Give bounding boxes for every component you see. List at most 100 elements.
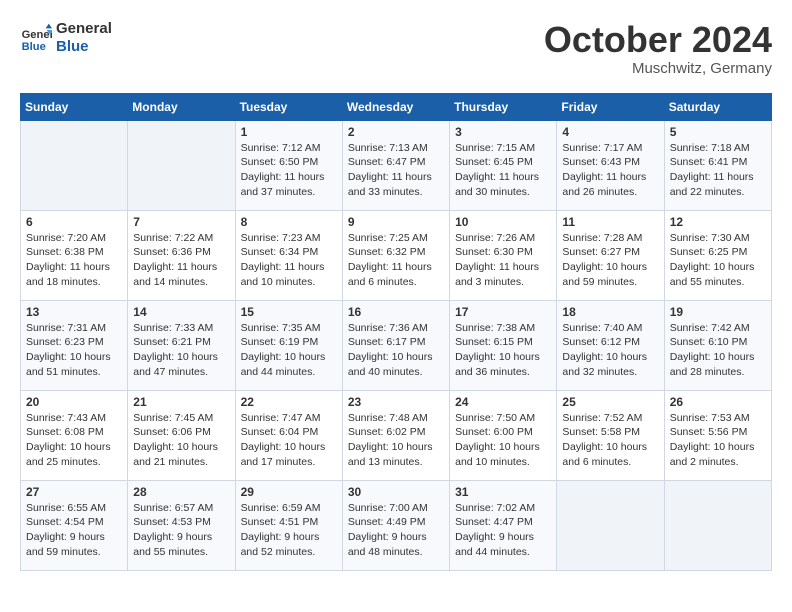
calendar-cell: 14 Sunrise: 7:33 AMSunset: 6:21 PMDayligh…	[128, 300, 235, 390]
day-detail: Sunrise: 7:18 AMSunset: 6:41 PMDaylight:…	[670, 141, 766, 200]
day-detail: Sunrise: 7:47 AMSunset: 6:04 PMDaylight:…	[241, 411, 337, 470]
calendar-cell: 13 Sunrise: 7:31 AMSunset: 6:23 PMDayligh…	[21, 300, 128, 390]
calendar-cell: 1 Sunrise: 7:12 AMSunset: 6:50 PMDaylight…	[235, 120, 342, 210]
day-detail: Sunrise: 6:59 AMSunset: 4:51 PMDaylight:…	[241, 501, 337, 560]
day-detail: Sunrise: 7:53 AMSunset: 5:56 PMDaylight:…	[670, 411, 766, 470]
day-number: 23	[348, 395, 444, 409]
calendar-cell: 29 Sunrise: 6:59 AMSunset: 4:51 PMDayligh…	[235, 480, 342, 570]
calendar-cell: 7 Sunrise: 7:22 AMSunset: 6:36 PMDaylight…	[128, 210, 235, 300]
day-detail: Sunrise: 6:57 AMSunset: 4:53 PMDaylight:…	[133, 501, 229, 560]
calendar-cell: 11Sunrise: 7:28 AMSunset: 6:27 PMDayligh…	[557, 210, 664, 300]
calendar-week-row: 27 Sunrise: 6:55 AMSunset: 4:54 PMDayligh…	[21, 480, 772, 570]
calendar-cell: 24Sunrise: 7:50 AMSunset: 6:00 PMDayligh…	[450, 390, 557, 480]
day-number: 24	[455, 395, 551, 409]
calendar-cell	[128, 120, 235, 210]
logo: General Blue General Blue	[20, 20, 112, 56]
day-number: 3	[455, 125, 551, 139]
calendar-cell: 10 Sunrise: 7:26 AMSunset: 6:30 PMDayligh…	[450, 210, 557, 300]
day-number: 25	[562, 395, 658, 409]
day-number: 19	[670, 305, 766, 319]
day-number: 31	[455, 485, 551, 499]
day-detail: Sunrise: 7:31 AMSunset: 6:23 PMDaylight:…	[26, 321, 122, 380]
day-detail: Sunrise: 7:25 AMSunset: 6:32 PMDaylight:…	[348, 231, 444, 290]
calendar-cell: 23Sunrise: 7:48 AMSunset: 6:02 PMDayligh…	[342, 390, 449, 480]
day-number: 10	[455, 215, 551, 229]
calendar-cell: 28 Sunrise: 6:57 AMSunset: 4:53 PMDayligh…	[128, 480, 235, 570]
weekday-header-thursday: Thursday	[450, 93, 557, 120]
calendar-week-row: 13 Sunrise: 7:31 AMSunset: 6:23 PMDayligh…	[21, 300, 772, 390]
day-number: 30	[348, 485, 444, 499]
day-detail: Sunrise: 6:55 AMSunset: 4:54 PMDaylight:…	[26, 501, 122, 560]
day-detail: Sunrise: 7:13 AMSunset: 6:47 PMDaylight:…	[348, 141, 444, 200]
day-detail: Sunrise: 7:22 AMSunset: 6:36 PMDaylight:…	[133, 231, 229, 290]
day-detail: Sunrise: 7:38 AMSunset: 6:15 PMDaylight:…	[455, 321, 551, 380]
day-number: 21	[133, 395, 229, 409]
day-number: 22	[241, 395, 337, 409]
calendar-cell: 6Sunrise: 7:20 AMSunset: 6:38 PMDaylight…	[21, 210, 128, 300]
calendar-cell: 27 Sunrise: 6:55 AMSunset: 4:54 PMDayligh…	[21, 480, 128, 570]
weekday-header-tuesday: Tuesday	[235, 93, 342, 120]
calendar-cell: 22 Sunrise: 7:47 AMSunset: 6:04 PMDayligh…	[235, 390, 342, 480]
calendar-table: SundayMondayTuesdayWednesdayThursdayFrid…	[20, 93, 772, 571]
day-detail: Sunrise: 7:43 AMSunset: 6:08 PMDaylight:…	[26, 411, 122, 470]
day-detail: Sunrise: 7:17 AMSunset: 6:43 PMDaylight:…	[562, 141, 658, 200]
day-number: 26	[670, 395, 766, 409]
calendar-cell: 25Sunrise: 7:52 AMSunset: 5:58 PMDayligh…	[557, 390, 664, 480]
day-detail: Sunrise: 7:45 AMSunset: 6:06 PMDaylight:…	[133, 411, 229, 470]
day-detail: Sunrise: 7:26 AMSunset: 6:30 PMDaylight:…	[455, 231, 551, 290]
calendar-week-row: 20 Sunrise: 7:43 AMSunset: 6:08 PMDayligh…	[21, 390, 772, 480]
calendar-cell: 16 Sunrise: 7:36 AMSunset: 6:17 PMDayligh…	[342, 300, 449, 390]
day-number: 14	[133, 305, 229, 319]
day-number: 28	[133, 485, 229, 499]
day-detail: Sunrise: 7:42 AMSunset: 6:10 PMDaylight:…	[670, 321, 766, 380]
calendar-week-row: 1 Sunrise: 7:12 AMSunset: 6:50 PMDaylight…	[21, 120, 772, 210]
day-number: 18	[562, 305, 658, 319]
calendar-cell: 15Sunrise: 7:35 AMSunset: 6:19 PMDayligh…	[235, 300, 342, 390]
day-detail: Sunrise: 7:40 AMSunset: 6:12 PMDaylight:…	[562, 321, 658, 380]
day-detail: Sunrise: 7:23 AMSunset: 6:34 PMDaylight:…	[241, 231, 337, 290]
day-number: 27	[26, 485, 122, 499]
calendar-cell: 20 Sunrise: 7:43 AMSunset: 6:08 PMDayligh…	[21, 390, 128, 480]
day-number: 7	[133, 215, 229, 229]
calendar-cell: 19 Sunrise: 7:42 AMSunset: 6:10 PMDayligh…	[664, 300, 771, 390]
day-detail: Sunrise: 7:33 AMSunset: 6:21 PMDaylight:…	[133, 321, 229, 380]
day-number: 1	[241, 125, 337, 139]
calendar-cell	[664, 480, 771, 570]
day-number: 4	[562, 125, 658, 139]
calendar-cell: 26 Sunrise: 7:53 AMSunset: 5:56 PMDayligh…	[664, 390, 771, 480]
calendar-cell: 21 Sunrise: 7:45 AMSunset: 6:06 PMDayligh…	[128, 390, 235, 480]
day-detail: Sunrise: 7:30 AMSunset: 6:25 PMDaylight:…	[670, 231, 766, 290]
day-detail: Sunrise: 7:36 AMSunset: 6:17 PMDaylight:…	[348, 321, 444, 380]
day-detail: Sunrise: 7:28 AMSunset: 6:27 PMDaylight:…	[562, 231, 658, 290]
calendar-cell: 30 Sunrise: 7:00 AMSunset: 4:49 PMDayligh…	[342, 480, 449, 570]
calendar-cell: 5Sunrise: 7:18 AMSunset: 6:41 PMDaylight…	[664, 120, 771, 210]
day-number: 13	[26, 305, 122, 319]
day-detail: Sunrise: 7:12 AMSunset: 6:50 PMDaylight:…	[241, 141, 337, 200]
calendar-cell	[21, 120, 128, 210]
calendar-cell: 8 Sunrise: 7:23 AMSunset: 6:34 PMDaylight…	[235, 210, 342, 300]
calendar-cell: 4 Sunrise: 7:17 AMSunset: 6:43 PMDaylight…	[557, 120, 664, 210]
location: Muschwitz, Germany	[544, 60, 772, 77]
day-number: 9	[348, 215, 444, 229]
logo-icon: General Blue	[20, 22, 52, 54]
page-header: General Blue General Blue October 2024 M…	[20, 20, 772, 77]
day-number: 16	[348, 305, 444, 319]
calendar-cell: 2Sunrise: 7:13 AMSunset: 6:47 PMDaylight…	[342, 120, 449, 210]
calendar-cell	[557, 480, 664, 570]
day-number: 8	[241, 215, 337, 229]
day-detail: Sunrise: 7:15 AMSunset: 6:45 PMDaylight:…	[455, 141, 551, 200]
day-number: 17	[455, 305, 551, 319]
calendar-cell: 18 Sunrise: 7:40 AMSunset: 6:12 PMDayligh…	[557, 300, 664, 390]
day-number: 29	[241, 485, 337, 499]
calendar-cell: 31Sunrise: 7:02 AMSunset: 4:47 PMDayligh…	[450, 480, 557, 570]
day-number: 6	[26, 215, 122, 229]
weekday-header-monday: Monday	[128, 93, 235, 120]
calendar-week-row: 6Sunrise: 7:20 AMSunset: 6:38 PMDaylight…	[21, 210, 772, 300]
day-detail: Sunrise: 7:00 AMSunset: 4:49 PMDaylight:…	[348, 501, 444, 560]
calendar-cell: 3 Sunrise: 7:15 AMSunset: 6:45 PMDaylight…	[450, 120, 557, 210]
day-number: 15	[241, 305, 337, 319]
month-title: October 2024	[544, 20, 772, 60]
day-number: 12	[670, 215, 766, 229]
calendar-cell: 9 Sunrise: 7:25 AMSunset: 6:32 PMDaylight…	[342, 210, 449, 300]
day-number: 20	[26, 395, 122, 409]
